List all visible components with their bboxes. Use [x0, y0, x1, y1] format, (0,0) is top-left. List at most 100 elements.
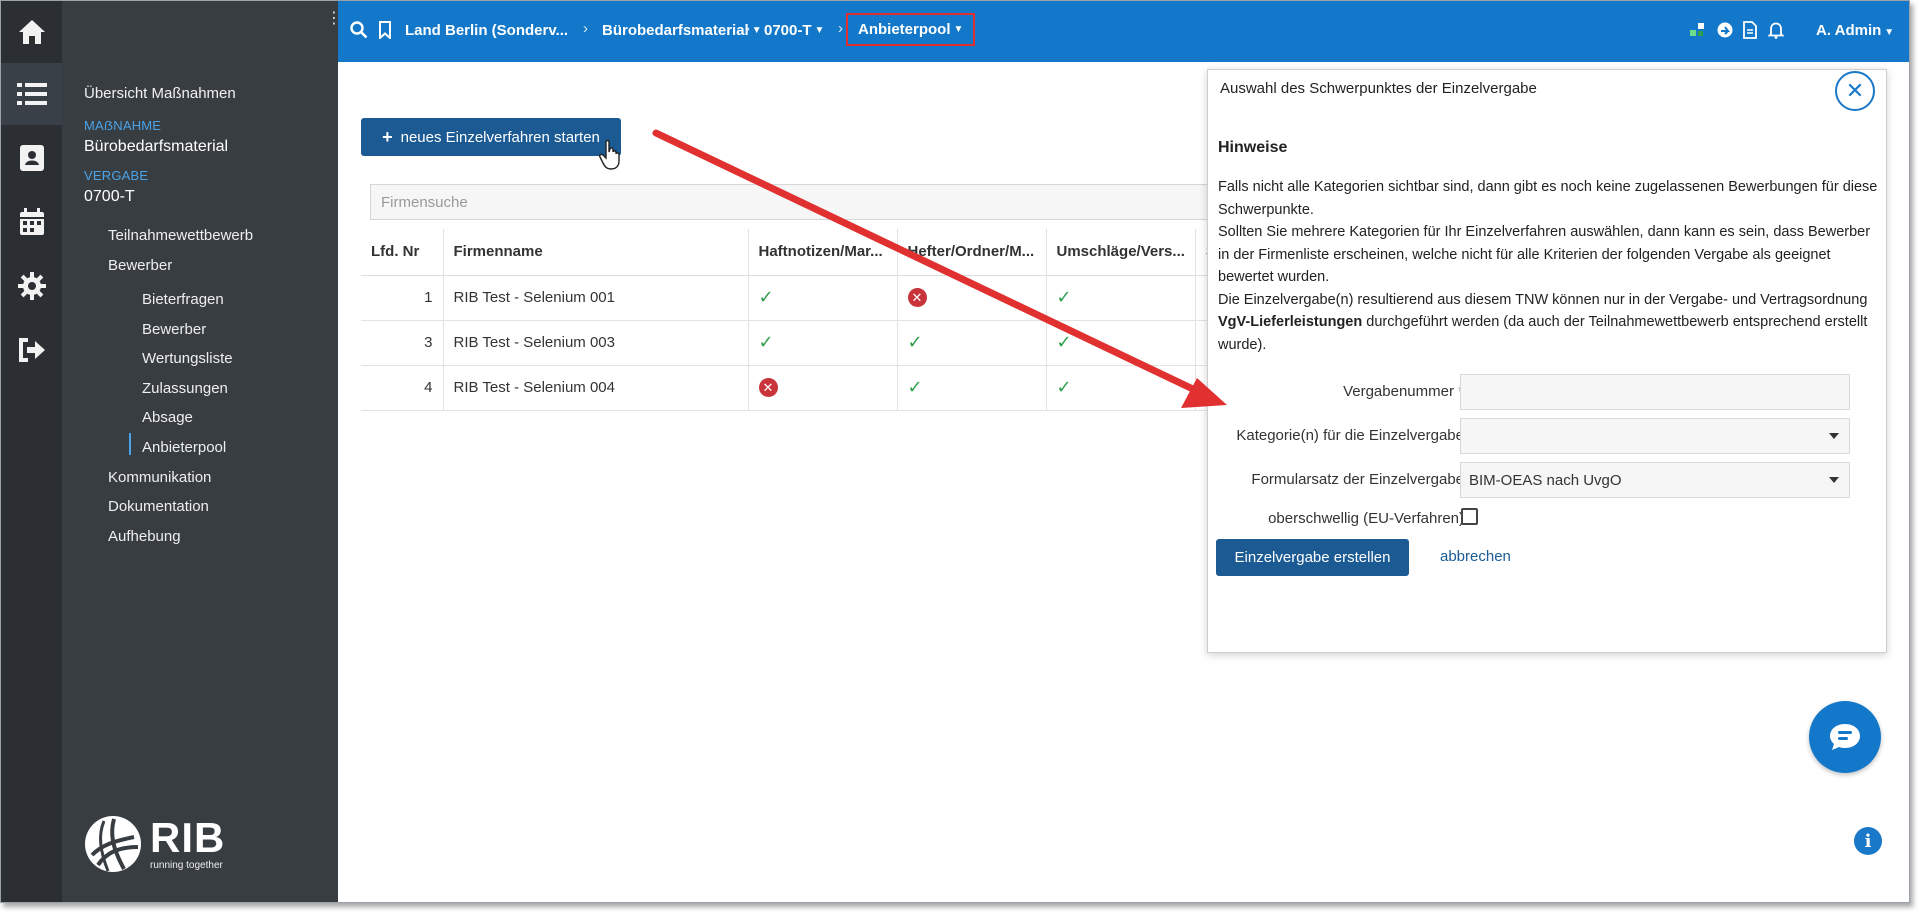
app-window: ⋮ Übersicht Maßnahmen MAẞNAHME Bürobedar…	[0, 0, 1910, 903]
breadcrumb-massnahme[interactable]: Bürobedarfsmaterial ▼	[602, 22, 762, 39]
row-nr: 3	[361, 320, 444, 366]
user-name: A. Admin	[1816, 22, 1882, 39]
hand-cursor-icon	[599, 139, 620, 170]
contacts-icon[interactable]	[1, 127, 62, 189]
nav-item-bewerber[interactable]: Bewerber	[142, 321, 206, 338]
logout-icon[interactable]	[1, 319, 62, 381]
nav-item-teilnahmewettbewerb[interactable]: Teilnahmewettbewerb	[108, 227, 253, 244]
check-icon: ✓	[1056, 332, 1072, 352]
gear-icon[interactable]	[1, 255, 62, 317]
caret-down-icon: ▼	[814, 25, 825, 36]
check-icon: ✓	[1056, 287, 1072, 307]
home-icon[interactable]	[1, 1, 62, 63]
nav-item-anbieterpool[interactable]: Anbieterpool	[142, 439, 226, 456]
vergabenummer-input[interactable]	[1460, 374, 1850, 410]
breadcrumb-anbieterpool-label: Anbieterpool	[858, 21, 951, 38]
nav-item-kommunikation[interactable]: Kommunikation	[108, 469, 211, 486]
status-cell: ✓	[1046, 320, 1196, 366]
status-cell: ✓	[897, 320, 1047, 366]
icon-rail	[1, 1, 62, 902]
breadcrumb-separator-icon: ›	[583, 20, 588, 37]
rib-logo-tagline: running together	[150, 859, 223, 871]
error-icon: ✕	[907, 288, 927, 307]
status-cell: ✕	[897, 275, 1047, 321]
oberschwellig-checkbox[interactable]	[1461, 508, 1478, 525]
check-icon: ✓	[1056, 377, 1072, 397]
nav-item-zulassungen[interactable]: Zulassungen	[142, 380, 228, 397]
document-icon[interactable]	[1742, 21, 1758, 39]
kategorie-select[interactable]	[1460, 418, 1850, 454]
oberschwellig-label: oberschwellig (EU-Verfahren)	[1268, 510, 1464, 527]
formularsatz-select-value: BIM-OEAS nach UvgO	[1469, 471, 1622, 489]
vergabenummer-label: Vergabenummer *	[1343, 383, 1464, 400]
nav-sidebar: ⋮ Übersicht Maßnahmen MAẞNAHME Bürobedar…	[62, 1, 342, 902]
massnahme-value[interactable]: Bürobedarfsmaterial	[84, 138, 228, 156]
nav-item-bewerber-group[interactable]: Bewerber	[108, 257, 172, 274]
table-row[interactable]: 4 RIB Test - Selenium 004 ✕ ✓ ✓	[361, 365, 1226, 411]
vergabe-caption: VERGABE	[84, 168, 149, 183]
plus-icon: +	[382, 126, 393, 147]
hint-paragraph: Falls nicht alle Kategorien sichtbar sin…	[1218, 179, 1878, 218]
row-nr: 4	[361, 365, 444, 411]
nav-item-bieterfragen[interactable]: Bieterfragen	[142, 291, 224, 308]
rib-logo-word: RIB	[150, 813, 226, 861]
error-icon: ✕	[758, 378, 778, 397]
vergabenummer-label-text: Vergabenummer	[1343, 383, 1454, 400]
row-firmenname: RIB Test - Selenium 001	[443, 275, 749, 321]
column-header-nr[interactable]: Lfd. Nr	[361, 229, 444, 276]
new-einzelverfahren-button[interactable]: + neues Einzelverfahren starten	[361, 118, 621, 156]
formularsatz-label: Formularsatz der Einzelvergabe	[1251, 471, 1464, 488]
new-einzelverfahren-label: neues Einzelverfahren starten	[400, 128, 600, 146]
status-cell: ✓	[748, 275, 898, 321]
bell-icon[interactable]	[1768, 21, 1784, 39]
breadcrumb-separator-icon: ›	[745, 20, 750, 37]
breadcrumb-anbieterpool[interactable]: Anbieterpool ▼	[846, 13, 976, 46]
hint-text: Die Einzelvergabe(n) resultierend aus di…	[1218, 291, 1868, 308]
status-cell: ✓	[748, 320, 898, 366]
column-header-firmenname[interactable]: Firmenname	[443, 229, 749, 276]
abbrechen-link[interactable]: abbrechen	[1440, 548, 1511, 565]
calendar-icon[interactable]	[1, 191, 62, 253]
caret-down-icon: ▼	[751, 25, 762, 36]
chat-button[interactable]	[1809, 701, 1881, 773]
active-indicator	[129, 433, 131, 455]
dialog-section-heading: Hinweise	[1218, 139, 1288, 156]
table-row[interactable]: 1 RIB Test - Selenium 001 ✓ ✕ ✓	[361, 275, 1226, 321]
share-icon[interactable]	[1716, 21, 1734, 39]
breadcrumb-vergabe[interactable]: 0700-T ▼	[764, 22, 824, 39]
nav-item-aufhebung[interactable]: Aufhebung	[108, 528, 181, 545]
caret-down-icon: ▼	[953, 24, 964, 35]
status-cell: ✓	[1046, 365, 1196, 411]
info-icon[interactable]: i	[1854, 827, 1882, 855]
table-row[interactable]: 3 RIB Test - Selenium 003 ✓ ✓ ✓	[361, 320, 1226, 366]
table-header-row: Lfd. Nr Firmenname Haftnotizen/Mar... He…	[361, 229, 1226, 276]
einzelvergabe-erstellen-button[interactable]: Einzelvergabe erstellen	[1216, 539, 1409, 576]
status-cell: ✓	[897, 365, 1047, 411]
column-header-haftnotizen[interactable]: Haftnotizen/Mar...	[748, 229, 898, 276]
dialog-hint-text: Falls nicht alle Kategorien sichtbar sin…	[1218, 176, 1878, 356]
breadcrumb-client[interactable]: Land Berlin (Sonderv...	[405, 22, 568, 39]
massnahme-caption: MAẞNAHME	[84, 118, 162, 133]
user-menu[interactable]: A. Admin ▼	[1816, 22, 1894, 39]
dropdown-arrow-icon	[1829, 477, 1839, 483]
rib-logo: RIB running together	[84, 815, 225, 873]
search-icon[interactable]	[350, 21, 368, 39]
nav-item-wertungsliste[interactable]: Wertungsliste	[142, 350, 233, 367]
column-header-umschlaege[interactable]: Umschläge/Vers...	[1046, 229, 1196, 276]
einzelvergabe-dialog: Auswahl des Schwerpunktes der Einzelverg…	[1207, 69, 1887, 653]
close-icon[interactable]: ✕	[1835, 71, 1875, 111]
formularsatz-select[interactable]: BIM-OEAS nach UvgO	[1460, 462, 1850, 498]
apps-icon[interactable]	[1688, 21, 1706, 39]
nav-overview-link[interactable]: Übersicht Maßnahmen	[84, 85, 236, 102]
list-icon[interactable]	[1, 63, 62, 125]
row-firmenname: RIB Test - Selenium 003	[443, 320, 749, 366]
vergabe-value[interactable]: 0700-T	[84, 188, 135, 206]
check-icon: ✓	[907, 377, 923, 397]
firmensuche-input[interactable]	[370, 184, 1210, 220]
nav-item-absage[interactable]: Absage	[142, 409, 193, 426]
column-header-hefter[interactable]: Hefter/Ordner/M...	[897, 229, 1047, 276]
check-icon: ✓	[907, 332, 923, 352]
status-cell: ✕	[748, 365, 898, 411]
nav-item-dokumentation[interactable]: Dokumentation	[108, 498, 209, 515]
bookmark-icon[interactable]	[378, 21, 392, 39]
